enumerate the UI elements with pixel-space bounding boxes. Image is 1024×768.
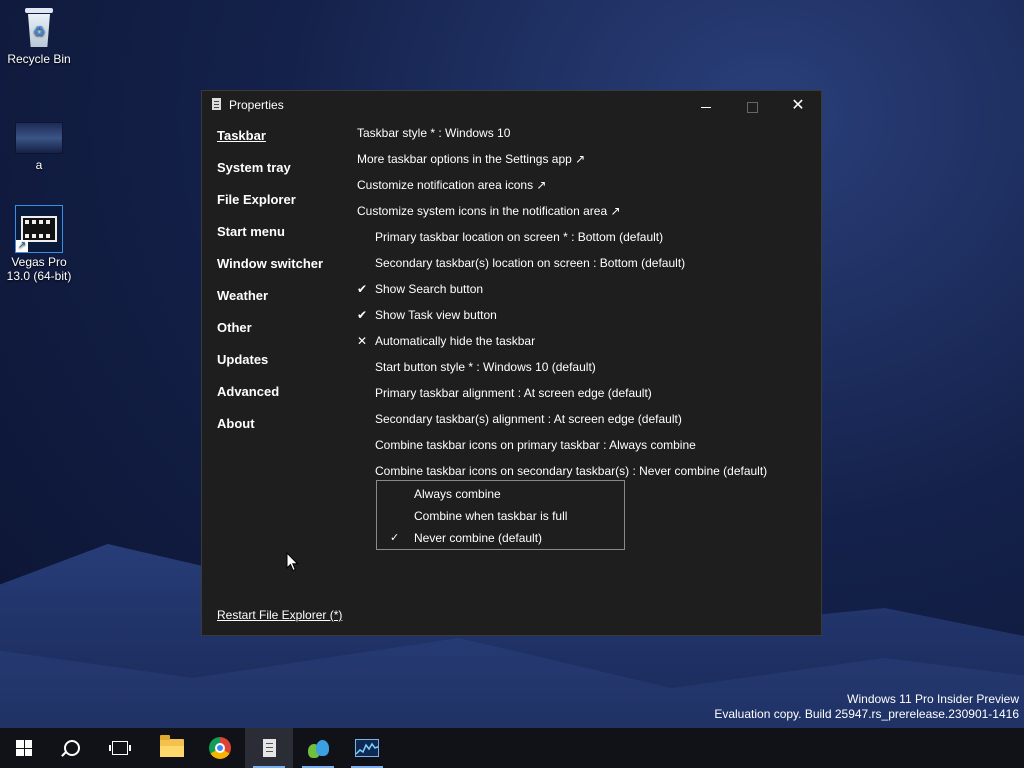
desktop-icon-label: Recycle Bin xyxy=(7,52,71,66)
link-customize-system-icons[interactable]: Customize system icons in the notificati… xyxy=(357,203,811,229)
recycle-bin-icon: ♻ xyxy=(22,8,56,48)
setting-primary-taskbar-alignment[interactable]: Primary taskbar alignment : At screen ed… xyxy=(357,385,811,411)
sidebar-item-file-explorer[interactable]: File Explorer xyxy=(217,192,323,224)
close-button[interactable]: ✕ xyxy=(775,91,821,121)
setting-taskbar-style[interactable]: Taskbar style * : Windows 10 xyxy=(357,125,811,151)
dropdown-option-never-combine[interactable]: ✓ Never combine (default) xyxy=(377,528,624,550)
setting-primary-taskbar-location[interactable]: Primary taskbar location on screen * : B… xyxy=(357,229,811,255)
evaluation-watermark: Windows 11 Pro Insider Preview Evaluatio… xyxy=(714,692,1019,722)
combine-options-dropdown: Always combine Combine when taskbar is f… xyxy=(376,480,625,550)
link-more-taskbar-options[interactable]: More taskbar options in the Settings app… xyxy=(357,151,811,177)
setting-label: Secondary taskbar(s) alignment : At scre… xyxy=(375,412,682,426)
dropdown-option-always-combine[interactable]: Always combine xyxy=(377,484,624,506)
checkmark-icon: ✔ xyxy=(357,308,368,322)
setting-secondary-taskbar-alignment[interactable]: Secondary taskbar(s) alignment : At scre… xyxy=(357,411,811,437)
dropdown-option-label: Always combine xyxy=(414,487,501,501)
desktop-icon-vegas-pro[interactable]: ↗ Vegas Pro 13.0 (64-bit) xyxy=(0,205,78,283)
setting-start-button-style[interactable]: Start button style * : Windows 10 (defau… xyxy=(357,359,811,385)
dropdown-option-label: Combine when taskbar is full xyxy=(414,509,568,523)
desktop-icon-a[interactable]: a xyxy=(0,122,78,172)
close-icon: ✕ xyxy=(791,97,805,114)
watermark-line-1: Windows 11 Pro Insider Preview xyxy=(847,692,1019,706)
settings-list: Taskbar style * : Windows 10 More taskba… xyxy=(357,125,811,489)
setting-label: Customize system icons in the notificati… xyxy=(357,204,621,218)
setting-show-task-view-button[interactable]: ✔ Show Task view button xyxy=(357,307,811,333)
sidebar-nav: Taskbar System tray File Explorer Start … xyxy=(217,128,323,448)
chrome-icon xyxy=(209,737,231,759)
start-icon xyxy=(16,740,32,756)
setting-label: Primary taskbar alignment : At screen ed… xyxy=(375,386,652,400)
maximize-button[interactable] xyxy=(729,91,775,121)
file-explorer-icon xyxy=(160,735,184,757)
setting-secondary-taskbar-location[interactable]: Secondary taskbar(s) location on screen … xyxy=(357,255,811,281)
setting-show-search-button[interactable]: ✔ Show Search button xyxy=(357,281,811,307)
taskbar-properties[interactable] xyxy=(245,728,293,768)
check-icon: ✓ xyxy=(390,532,400,544)
setting-label: Taskbar style * : Windows 10 xyxy=(357,126,511,140)
taskbar-people[interactable] xyxy=(294,728,342,768)
setting-label: Start button style * : Windows 10 (defau… xyxy=(375,360,596,374)
setting-combine-icons-primary[interactable]: Combine taskbar icons on primary taskbar… xyxy=(357,437,811,463)
setting-auto-hide-taskbar[interactable]: ✕ Automatically hide the taskbar xyxy=(357,333,811,359)
sidebar-item-start-menu[interactable]: Start menu xyxy=(217,224,323,256)
vegas-pro-icon: ↗ xyxy=(15,205,63,253)
setting-label: Secondary taskbar(s) location on screen … xyxy=(375,256,686,270)
minimize-button[interactable] xyxy=(683,91,729,121)
setting-label: Primary taskbar location on screen * : B… xyxy=(375,230,664,244)
setting-label: Show Search button xyxy=(375,282,484,296)
minimize-icon xyxy=(701,106,711,108)
people-icon xyxy=(306,738,330,758)
image-file-icon xyxy=(15,122,63,154)
start-button[interactable] xyxy=(0,728,48,768)
properties-app-icon xyxy=(212,98,221,110)
sidebar-item-window-switcher[interactable]: Window switcher xyxy=(217,256,323,288)
restart-file-explorer-link[interactable]: Restart File Explorer (*) xyxy=(217,608,342,622)
dropdown-option-label: Never combine (default) xyxy=(414,531,543,545)
taskbar-file-explorer[interactable] xyxy=(148,728,196,768)
setting-label: More taskbar options in the Settings app… xyxy=(357,152,586,166)
sidebar-item-other[interactable]: Other xyxy=(217,320,323,352)
link-customize-notification-icons[interactable]: Customize notification area icons ↗ xyxy=(357,177,811,203)
task-view-button[interactable] xyxy=(96,728,144,768)
properties-icon xyxy=(262,739,276,757)
taskbar-performance-monitor[interactable] xyxy=(343,728,391,768)
window-title: Properties xyxy=(229,98,284,112)
taskbar xyxy=(0,728,1024,768)
taskbar-chrome[interactable] xyxy=(196,728,244,768)
watermark-line-2: Evaluation copy. Build 25947.rs_prerelea… xyxy=(714,707,1019,721)
cross-icon: ✕ xyxy=(357,334,368,348)
shortcut-arrow-icon: ↗ xyxy=(16,240,28,252)
desktop-icon-label: a xyxy=(35,158,43,172)
search-icon xyxy=(64,740,80,756)
dropdown-option-combine-when-full[interactable]: Combine when taskbar is full xyxy=(377,506,624,528)
setting-label: Automatically hide the taskbar xyxy=(375,334,536,348)
setting-label: Customize notification area icons ↗ xyxy=(357,178,547,192)
performance-monitor-icon xyxy=(355,739,379,757)
sidebar-item-system-tray[interactable]: System tray xyxy=(217,160,323,192)
sidebar-item-taskbar[interactable]: Taskbar xyxy=(217,128,323,160)
checkmark-icon: ✔ xyxy=(357,282,368,296)
sidebar-item-weather[interactable]: Weather xyxy=(217,288,323,320)
desktop-icon-label: Vegas Pro 13.0 (64-bit) xyxy=(6,255,72,283)
sidebar-item-updates[interactable]: Updates xyxy=(217,352,323,384)
setting-label: Combine taskbar icons on secondary taskb… xyxy=(375,464,768,478)
maximize-icon xyxy=(746,101,758,113)
task-view-icon xyxy=(109,741,131,755)
sidebar-item-advanced[interactable]: Advanced xyxy=(217,384,323,416)
sidebar-item-about[interactable]: About xyxy=(217,416,323,448)
desktop-icon-recycle-bin[interactable]: ♻ Recycle Bin xyxy=(0,8,78,66)
setting-label: Show Task view button xyxy=(375,308,497,322)
setting-label: Combine taskbar icons on primary taskbar… xyxy=(375,438,696,452)
search-button[interactable] xyxy=(48,728,96,768)
title-bar[interactable]: Properties ✕ xyxy=(202,91,821,121)
